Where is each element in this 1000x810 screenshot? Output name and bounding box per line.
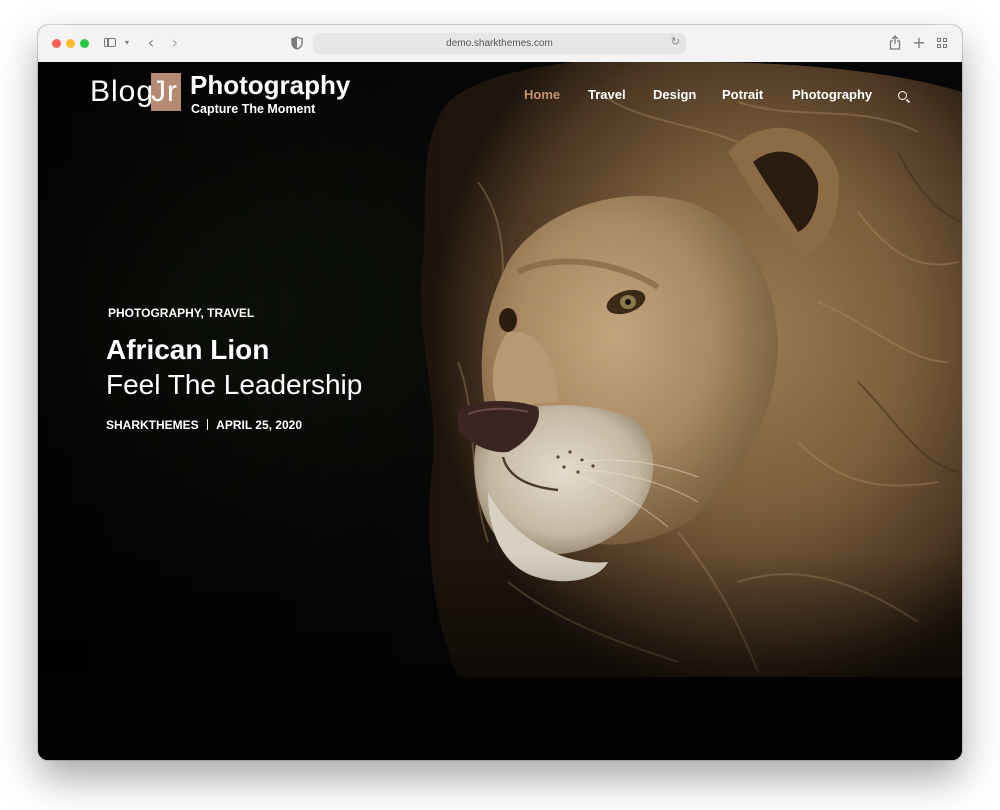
chevron-down-icon[interactable]: ▾ [122,34,132,52]
search-icon[interactable] [898,91,910,103]
nav-item-potrait[interactable]: Potrait [722,87,763,102]
post-title[interactable]: African Lion [106,334,269,366]
url-text: demo.sharkthemes.com [446,38,553,49]
sidebar-toggle-icon[interactable] [102,34,118,52]
post-author[interactable]: SHARKTHEMES [106,418,199,432]
browser-toolbar: ▾ ‹ › demo.sharkthemes.com ↻ + [38,25,962,63]
share-icon[interactable] [888,34,902,52]
post-date[interactable]: APRIL 25, 2020 [216,418,302,432]
close-window-button[interactable] [52,39,61,48]
post-categories: PHOTOGRAPHY, TRAVEL [108,306,254,320]
site-tagline: Capture The Moment [191,102,316,116]
post-meta: SHARKTHEMES APRIL 25, 2020 [106,418,302,432]
site-title[interactable]: Photography [190,70,350,101]
nav-item-photography[interactable]: Photography [792,87,872,102]
address-bar[interactable]: demo.sharkthemes.com ↻ [313,33,686,54]
minimize-window-button[interactable] [66,39,75,48]
reload-icon[interactable]: ↻ [671,35,680,48]
nav-item-travel[interactable]: Travel [588,87,626,102]
hero-banner[interactable]: Jr Blog Photography Capture The Moment H… [38,62,962,677]
forward-arrow-icon[interactable]: › [167,34,183,52]
post-subtitle[interactable]: Feel The Leadership [106,369,362,401]
new-tab-icon[interactable]: + [912,34,926,52]
privacy-shield-icon[interactable] [290,34,304,52]
logo-jr-badge: Jr [151,73,181,111]
back-arrow-icon[interactable]: ‹ [143,34,159,52]
browser-window: ▾ ‹ › demo.sharkthemes.com ↻ + Jr Blog P… [38,25,962,760]
category-separator: , [200,306,204,320]
category-link-travel[interactable]: TRAVEL [207,306,254,320]
nav-item-design[interactable]: Design [653,87,696,102]
logo-blog-text: Blog [90,75,155,108]
page-lower-section [38,677,962,760]
nav-item-home[interactable]: Home [524,87,560,102]
category-link-photography[interactable]: PHOTOGRAPHY [108,306,200,320]
meta-divider [206,419,209,430]
logo-jr-text: Jr [151,75,178,108]
zoom-window-button[interactable] [80,39,89,48]
tab-overview-icon[interactable] [936,34,950,52]
